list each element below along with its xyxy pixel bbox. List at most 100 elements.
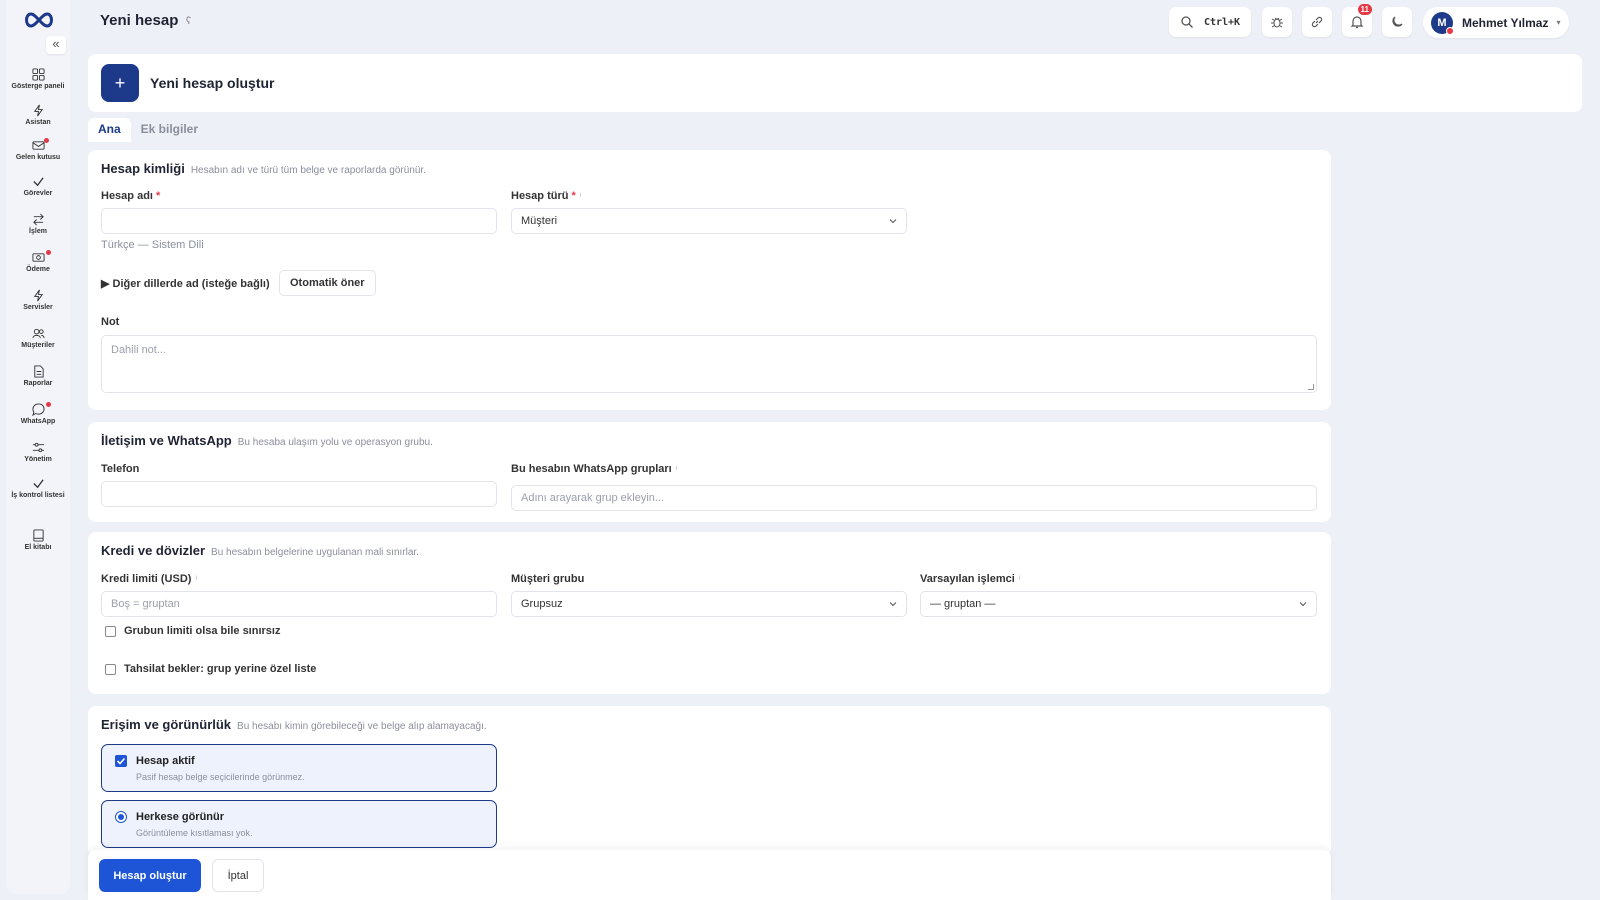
user-name: Mehmet Yılmaz — [1462, 15, 1549, 30]
tab-main[interactable]: Ana — [88, 118, 131, 142]
search-icon — [1181, 16, 1193, 28]
note-placeholder: Dahili not... — [111, 344, 167, 356]
chevron-down-icon — [889, 602, 897, 607]
option-description: Pasif hesap belge seçicilerinde görünmez… — [136, 772, 305, 782]
chevron-down-icon — [889, 219, 897, 224]
info-icon[interactable]: ⁱ — [676, 464, 678, 474]
other-languages-toggle[interactable]: ▶ Diğer dillerde ad (isteğe bağlı) — [101, 277, 270, 290]
collection-checkbox[interactable] — [105, 663, 116, 675]
auto-suggest-button[interactable]: Otomatik öner — [279, 270, 376, 296]
sidebar-item-management[interactable]: Yönetim — [6, 441, 70, 463]
sidebar-item-label: Ödeme — [26, 266, 50, 273]
checkmark-icon — [116, 757, 126, 765]
language-hint: Türkçe — Sistem Dili — [101, 239, 204, 251]
link-icon — [1311, 16, 1323, 28]
sidebar-item-inbox[interactable]: Gelen kutusu — [6, 138, 70, 161]
cancel-button[interactable]: İptal — [212, 859, 264, 892]
default-processor-label: Varsayılan işlemci ⁱ — [920, 573, 1021, 585]
create-account-button[interactable]: Hesap oluştur — [99, 859, 201, 892]
info-icon[interactable]: ⁱ — [580, 191, 582, 201]
sidebar-item-reports[interactable]: Raporlar — [6, 365, 70, 387]
collection-checkbox-row[interactable]: Tahsilat bekler: grup yerine özel liste — [105, 663, 316, 675]
sidebar-item-tasks[interactable]: Görevler — [6, 175, 70, 197]
sidebar-item-checklist[interactable]: İş kontrol listesi — [6, 477, 70, 499]
sidebar-item-handbook[interactable]: El kitabı — [6, 529, 70, 551]
debug-button[interactable] — [1262, 7, 1292, 37]
required-marker: * — [156, 190, 161, 202]
active-checkbox[interactable] — [115, 755, 127, 767]
info-icon[interactable]: ʕ — [186, 16, 191, 27]
sidebar-item-label: Asistan — [25, 119, 51, 126]
option-title: Hesap aktif — [136, 755, 195, 767]
sidebar-item-customers[interactable]: Müşteriler — [6, 327, 70, 349]
sidebar-item-whatsapp[interactable]: WhatsApp — [6, 402, 70, 425]
form-title: Yeni hesap oluştur — [150, 75, 275, 91]
sidebar-item-assistant[interactable]: Asistan — [6, 104, 70, 126]
phone-input[interactable] — [101, 481, 497, 507]
tab-extra-info[interactable]: Ek bilgiler — [131, 118, 208, 142]
sidebar-item-label: Görevler — [23, 190, 53, 197]
selected-value: Grupsuz — [521, 598, 563, 610]
info-icon[interactable]: ⁱ — [195, 574, 197, 584]
checkbox-label: Grubun limiti olsa bile sınırsız — [124, 625, 281, 637]
default-processor-select[interactable]: — gruptan — — [920, 591, 1317, 617]
account-name-label: Hesap adı * — [101, 190, 161, 202]
whatsapp-group-search-input[interactable]: Adını arayarak grup ekleyin... — [511, 485, 1317, 511]
customer-group-select[interactable]: Grupsuz — [511, 591, 907, 617]
access-section: Erişim ve görünürlük Bu hesabı kimin göre… — [88, 706, 1331, 856]
unread-dot — [46, 250, 51, 255]
check-icon — [32, 479, 44, 489]
unlimited-checkbox[interactable] — [105, 625, 116, 637]
inbox-icon — [31, 141, 45, 150]
credit-limit-label: Kredi limiti (USD) ⁱ — [101, 573, 198, 585]
bell-icon — [1350, 16, 1364, 29]
selected-value: — gruptan — — [930, 598, 996, 610]
info-icon[interactable]: ⁱ — [1019, 574, 1021, 584]
notifications-button[interactable]: 11 — [1342, 4, 1372, 37]
dark-mode-toggle[interactable] — [1382, 7, 1412, 37]
phone-label: Telefon — [101, 463, 140, 475]
chat-icon — [31, 403, 45, 416]
user-menu[interactable]: M Mehmet Yılmaz ▾ — [1423, 7, 1569, 38]
unread-dot — [46, 402, 51, 407]
account-active-option[interactable]: Hesap aktif Pasif hesap belge seçicileri… — [101, 744, 497, 792]
form-footer: Hesap oluştur İptal — [88, 850, 1331, 900]
unlimited-checkbox-row[interactable]: Grubun limiti olsa bile sınırsız — [105, 625, 280, 637]
link-button[interactable] — [1302, 7, 1332, 37]
section-title: Erişim ve görünürlük Bu hesabı kimin göre… — [101, 717, 487, 732]
account-name-input[interactable] — [101, 208, 497, 234]
sidebar-item-services[interactable]: Servisler — [6, 289, 70, 311]
bolt-icon — [33, 104, 43, 117]
report-icon — [33, 365, 44, 378]
sliders-icon — [32, 442, 44, 453]
sidebar-item-label: İşlem — [29, 228, 47, 235]
visible-to-all-option[interactable]: Herkese görünür Görüntüleme kısıtlaması … — [101, 800, 497, 848]
account-type-select[interactable]: Müşteri — [511, 208, 907, 234]
chevron-down-icon: ▾ — [1556, 18, 1561, 27]
bolt-icon — [33, 289, 43, 302]
section-description: Bu hesaba ulaşım yolu ve operasyon grubu… — [237, 437, 433, 448]
note-label: Not — [101, 316, 120, 328]
bug-icon — [1271, 17, 1283, 28]
section-description: Bu hesabı kimin görebileceği ve belge al… — [237, 721, 487, 732]
sidebar-item-label: Gösterge paneli — [11, 83, 65, 90]
book-icon — [32, 529, 44, 542]
section-title: Kredi ve dövizler Bu hesabın belgelerine … — [101, 543, 419, 558]
section-title: Hesap kimliği Hesabın adı ve türü tüm bel… — [101, 161, 426, 176]
users-icon — [31, 328, 45, 339]
visible-radio[interactable] — [115, 811, 127, 823]
chevron-down-icon — [1299, 602, 1307, 607]
sidebar-item-transaction[interactable]: İşlem — [6, 213, 70, 235]
note-textarea[interactable]: Dahili not... — [101, 335, 1317, 393]
sidebar-item-dashboard[interactable]: Gösterge paneli — [6, 68, 70, 90]
resize-handle[interactable] — [1308, 384, 1314, 390]
search-shortcut: Ctrl+K — [1203, 16, 1241, 28]
notification-count-badge: 11 — [1357, 4, 1372, 15]
infinity-logo-icon[interactable] — [22, 10, 56, 30]
credit-limit-input[interactable]: Boş = gruptan — [101, 591, 497, 617]
sidebar-item-label: WhatsApp — [20, 418, 56, 425]
sidebar-item-payment[interactable]: Ödeme — [6, 250, 70, 273]
search-button[interactable]: Ctrl+K — [1169, 7, 1251, 37]
collapse-sidebar-button[interactable]: « — [46, 36, 66, 54]
selected-value: Müşteri — [521, 215, 558, 227]
